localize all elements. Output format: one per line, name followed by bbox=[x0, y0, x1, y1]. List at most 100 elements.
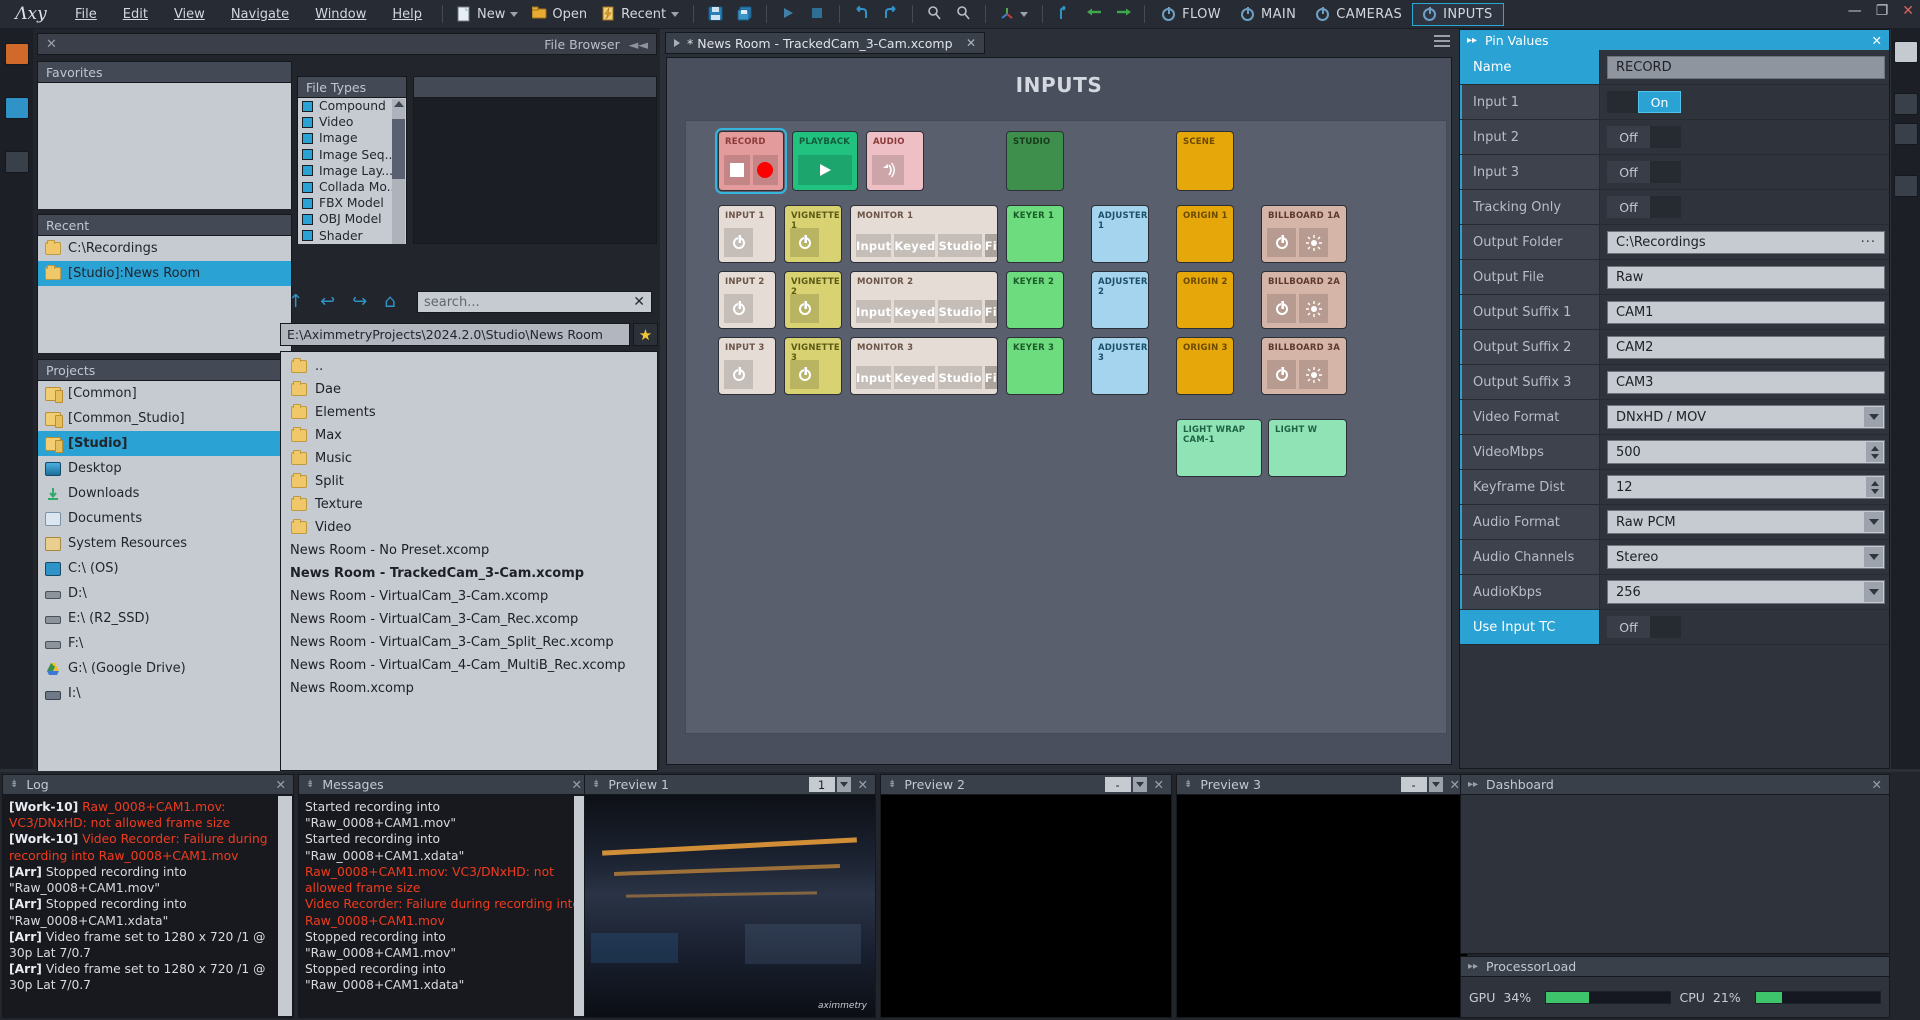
list-item[interactable]: Elements bbox=[281, 401, 657, 424]
power-button[interactable] bbox=[1267, 228, 1296, 257]
close-button[interactable]: ✕ bbox=[1902, 3, 1914, 19]
list-item[interactable]: Max bbox=[281, 424, 657, 447]
chevron-down-icon[interactable] bbox=[510, 11, 519, 17]
node-adjuster-2[interactable]: ADJUSTER 2 bbox=[1091, 271, 1149, 329]
preview-3-selector[interactable]: - bbox=[1400, 777, 1427, 792]
file-type-row[interactable]: OBJ Model bbox=[298, 211, 406, 227]
list-item[interactable]: System Resources bbox=[38, 531, 291, 556]
undo-button[interactable] bbox=[847, 2, 876, 26]
file-type-row[interactable]: Image Lay... bbox=[298, 163, 406, 179]
checkbox-icon[interactable] bbox=[302, 132, 313, 144]
power-button[interactable] bbox=[724, 294, 753, 323]
node-input-1[interactable]: INPUT 1 bbox=[718, 205, 776, 263]
checkbox-icon[interactable] bbox=[302, 100, 313, 112]
monitor-mode-button[interactable]: Keyed bbox=[894, 234, 936, 257]
list-item[interactable]: News Room - TrackedCam_3-Cam.xcomp bbox=[281, 562, 657, 585]
checkbox-icon[interactable] bbox=[302, 181, 313, 193]
preview-2-selector[interactable]: - bbox=[1104, 777, 1131, 792]
document-tab[interactable]: * News Room - TrackedCam_3-Cam.xcomp ✕ bbox=[665, 32, 985, 54]
scrollbar-thumb[interactable] bbox=[392, 119, 405, 179]
list-item[interactable]: Documents bbox=[38, 506, 291, 531]
chevron-down-icon[interactable] bbox=[1864, 407, 1883, 427]
menu-file[interactable]: File bbox=[62, 0, 110, 29]
close-icon[interactable]: ✕ bbox=[1872, 33, 1882, 48]
list-item[interactable]: D:\ bbox=[38, 581, 291, 606]
list-item[interactable]: Video bbox=[281, 516, 657, 539]
file-types-scrollbar[interactable] bbox=[392, 99, 405, 244]
list-item[interactable]: Desktop bbox=[38, 456, 291, 481]
properties-tool-icon[interactable] bbox=[1893, 123, 1918, 145]
close-icon[interactable]: ✕ bbox=[966, 36, 976, 50]
close-icon[interactable]: ✕ bbox=[1872, 777, 1882, 792]
text-input[interactable]: CAM2 bbox=[1607, 335, 1885, 359]
log-scrollbar[interactable] bbox=[278, 796, 292, 1016]
home-icon[interactable]: ⌂ bbox=[384, 291, 395, 312]
zoom-out-button[interactable] bbox=[949, 2, 978, 26]
monitor-mode-button[interactable]: Input bbox=[856, 234, 892, 257]
chevron-down-icon[interactable] bbox=[1428, 777, 1443, 792]
checkbox-icon[interactable] bbox=[302, 213, 313, 225]
list-item[interactable]: News Room - VirtualCam_3-Cam_Split_Rec.x… bbox=[281, 631, 657, 654]
file-type-row[interactable]: FBX Model bbox=[298, 195, 406, 211]
chevron-down-icon[interactable] bbox=[836, 777, 851, 792]
monitor-mode-button[interactable]: Keyed bbox=[894, 366, 936, 389]
number-stepper[interactable]: 500 bbox=[1607, 440, 1885, 464]
checkbox-icon[interactable] bbox=[302, 116, 313, 128]
collapse-icon[interactable]: ◄◄ bbox=[629, 37, 648, 52]
number-stepper[interactable]: 12 bbox=[1607, 475, 1885, 499]
list-item[interactable]: Downloads bbox=[38, 481, 291, 506]
forward-icon[interactable]: ↪ bbox=[352, 291, 367, 312]
node-keyer-1[interactable]: KEYER 1 bbox=[1006, 205, 1064, 263]
node-audio[interactable]: AUDIO bbox=[866, 131, 924, 191]
list-item[interactable]: [Studio] bbox=[38, 431, 291, 456]
power-button[interactable] bbox=[724, 228, 753, 257]
node-vignette-3[interactable]: VIGNETTE 3 bbox=[784, 337, 842, 395]
node-adjuster-3[interactable]: ADJUSTER 3 bbox=[1091, 337, 1149, 395]
checkbox-icon[interactable] bbox=[302, 149, 313, 161]
document-menu-icon[interactable] bbox=[1434, 35, 1450, 49]
forward-button[interactable] bbox=[1108, 2, 1137, 26]
favorites-list[interactable] bbox=[38, 83, 291, 209]
chevron-down-icon[interactable] bbox=[1864, 582, 1883, 602]
monitor-mode-button[interactable]: Final bbox=[984, 300, 997, 323]
toggle-switch[interactable]: Off bbox=[1607, 196, 1681, 218]
list-item[interactable]: F:\ bbox=[38, 631, 291, 656]
close-icon[interactable]: ✕ bbox=[1450, 777, 1460, 792]
module-tab-flow[interactable]: FLOW bbox=[1152, 3, 1231, 26]
chevron-down-icon[interactable] bbox=[1020, 11, 1029, 17]
monitor-mode-button[interactable]: Final bbox=[984, 366, 997, 389]
light-button[interactable] bbox=[1299, 360, 1328, 389]
log-body[interactable]: [Work-10] Raw_0008+CAM1.mov: VC3/DNxHD: … bbox=[3, 795, 293, 1017]
snap-button[interactable] bbox=[1050, 2, 1079, 26]
preview-3-video[interactable] bbox=[1177, 795, 1467, 1017]
menu-navigate[interactable]: Navigate bbox=[218, 0, 302, 29]
dashboard-body[interactable] bbox=[1461, 795, 1889, 953]
close-icon[interactable]: ✕ bbox=[572, 777, 582, 792]
play-button[interactable] bbox=[798, 155, 852, 185]
list-item[interactable]: [Studio]:News Room bbox=[38, 261, 291, 286]
chevron-down-icon[interactable] bbox=[671, 11, 680, 17]
checkbox-icon[interactable] bbox=[302, 165, 313, 177]
node-origin-1[interactable]: ORIGIN 1 bbox=[1176, 205, 1234, 263]
node-origin-3[interactable]: ORIGIN 3 bbox=[1176, 337, 1234, 395]
power-button[interactable] bbox=[790, 228, 819, 257]
node-monitor-3[interactable]: MONITOR 3 InputKeyedStudioFinal bbox=[850, 337, 998, 395]
preview-2-video[interactable] bbox=[881, 795, 1171, 1017]
close-icon[interactable]: ✕ bbox=[46, 37, 57, 52]
power-button[interactable] bbox=[1267, 294, 1296, 323]
node-billboard-1a[interactable]: BILLBOARD 1A bbox=[1261, 205, 1347, 263]
node-light-w[interactable]: LIGHT W bbox=[1268, 419, 1347, 477]
monitor-mode-button[interactable]: Input bbox=[856, 300, 892, 323]
connections-tool-icon[interactable] bbox=[1893, 93, 1918, 115]
node-scene[interactable]: SCENE bbox=[1176, 131, 1234, 191]
list-item[interactable]: C:\ (OS) bbox=[38, 556, 291, 581]
power-button[interactable] bbox=[724, 360, 753, 389]
back-icon[interactable]: ↩ bbox=[320, 291, 335, 312]
preview-1-selector[interactable]: 1 bbox=[808, 777, 835, 792]
power-button[interactable] bbox=[1267, 360, 1296, 389]
toggle-switch[interactable]: Off bbox=[1607, 161, 1681, 183]
text-input[interactable]: CAM1 bbox=[1607, 300, 1885, 324]
node-vignette-2[interactable]: VIGNETTE 2 bbox=[784, 271, 842, 329]
power-button[interactable] bbox=[790, 294, 819, 323]
list-item[interactable]: G:\ (Google Drive) bbox=[38, 656, 291, 681]
